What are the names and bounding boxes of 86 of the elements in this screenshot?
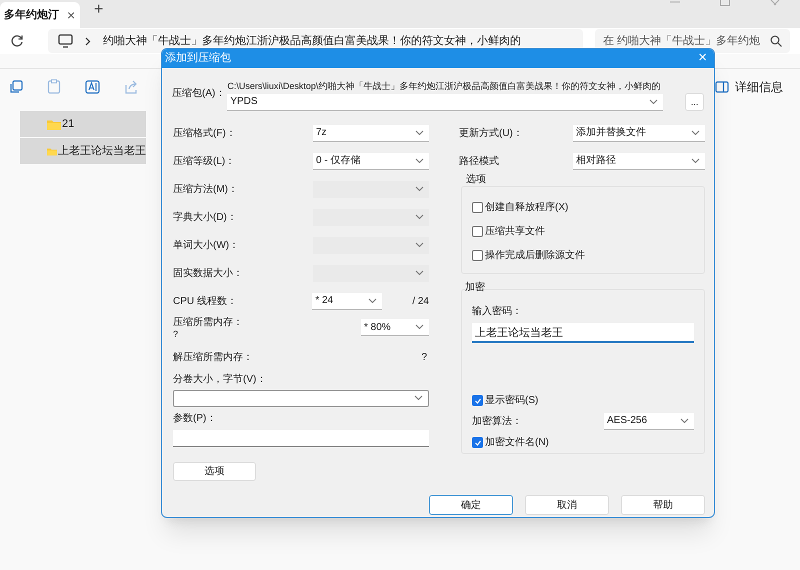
checkbox-label: 加密文件名(N)	[485, 436, 549, 450]
tab-title: 多年约炮汀	[4, 8, 59, 23]
share-icon[interactable]	[124, 80, 138, 94]
field-label: 压缩方法(M)：	[173, 182, 238, 196]
copy-icon[interactable]	[9, 80, 23, 94]
combo-box[interactable]: 7z	[313, 124, 429, 142]
folder-icon	[47, 146, 57, 156]
checkbox[interactable]	[472, 437, 483, 448]
checkbox[interactable]	[472, 395, 483, 406]
folder-icon	[47, 118, 61, 130]
field-label: 压缩所需内存：	[173, 316, 243, 330]
field-label: 参数(P)：	[173, 412, 218, 426]
combo-box[interactable]: * 24	[312, 292, 382, 310]
details-pane-icon	[715, 80, 729, 92]
checkbox[interactable]	[472, 226, 483, 237]
combo-box[interactable]	[173, 390, 429, 406]
chevron-down-icon	[415, 158, 424, 164]
paste-icon[interactable]	[47, 79, 61, 94]
field-label: 解压缩所需内存：	[173, 350, 253, 364]
checkbox-label: 显示密码(S)	[485, 394, 538, 408]
minimize-icon[interactable]	[670, 0, 680, 4]
file-name: 21	[62, 116, 74, 132]
combo-box[interactable]: * 80%	[361, 319, 429, 336]
group-title: 加密	[465, 283, 485, 293]
field-label: 更新方式(U)：	[459, 126, 523, 140]
window-title: 添加到压缩包	[165, 50, 231, 66]
chevron-down-icon	[680, 418, 689, 424]
field-label: 输入密码：	[472, 304, 523, 319]
combo-box[interactable]: 相对路径	[573, 152, 705, 170]
field-label: 单词大小(W)：	[173, 238, 240, 252]
chevron-right-icon	[85, 36, 91, 46]
chevron-down-icon	[415, 214, 424, 220]
details-button[interactable]: 详细信息	[715, 78, 783, 96]
refresh-icon[interactable]	[10, 34, 24, 48]
monitor-icon	[58, 34, 73, 48]
checkbox[interactable]	[472, 202, 483, 213]
field-label: 压缩包(A)：	[172, 86, 226, 101]
memory-value: ?	[173, 330, 180, 339]
chevron-down-icon	[415, 324, 424, 330]
checkbox-label: 压缩共享文件	[485, 224, 545, 239]
field-label: 路径模式	[459, 154, 499, 168]
chevron-down-icon	[691, 158, 700, 164]
field-label: CPU 线程数：	[173, 294, 237, 308]
maximize-icon[interactable]	[720, 0, 730, 6]
chevron-down-icon	[368, 298, 378, 304]
chevron-down-icon	[415, 270, 424, 276]
chevron-down-icon	[415, 186, 424, 192]
file-item[interactable]: 上老王论坛当老王	[20, 138, 146, 164]
input-field[interactable]	[173, 430, 429, 447]
field-label: 加密算法：	[472, 414, 522, 428]
field-label: 固实数据大小：	[173, 266, 243, 280]
rename-icon[interactable]	[85, 80, 100, 94]
browser-tab[interactable]: 多年约炮汀 ×	[0, 2, 80, 28]
archive-name-combo[interactable]: YPDS	[227, 94, 664, 110]
options-button[interactable]: 选项	[173, 462, 256, 481]
dialog-button[interactable]: 取消	[525, 495, 609, 515]
field-label: 字典大小(D)：	[173, 210, 237, 224]
dialog-button[interactable]: 确定	[429, 495, 513, 515]
field-label: 压缩格式(F)：	[173, 126, 236, 140]
dialog-button[interactable]: 帮助	[621, 495, 705, 515]
combo-box[interactable]: AES-256	[604, 412, 694, 430]
chevron-down-icon	[691, 130, 700, 136]
file-item[interactable]: 21	[20, 111, 146, 137]
memory-value: ?	[421, 350, 427, 364]
thread-total: / 24	[412, 294, 429, 308]
address-path: 约啪大神「牛战士」多年约炮江浙沪极品高颜值白富美战果！你的符文女神，小鲜肉的	[103, 34, 521, 49]
checkbox[interactable]	[472, 250, 483, 261]
new-tab-button[interactable]: +	[94, 0, 104, 22]
combo-box[interactable]: 添加并替换文件	[573, 124, 705, 142]
group-title: 选项	[465, 175, 487, 185]
checkbox-label: 操作完成后删除源文件	[485, 248, 585, 263]
field-label: 分卷大小，字节(V)：	[173, 372, 268, 386]
combo-box[interactable]: 0 - 仅存储	[313, 152, 429, 170]
chevron-down-icon	[414, 395, 423, 401]
chevron-down-icon	[415, 130, 424, 136]
archive-path: C:\Users\liuxi\Desktop\约啪大神「牛战士」多年约炮江浙沪极品高颜值白富美战果！你的符文女神，小鲜肉的	[227, 80, 662, 93]
search-placeholder: 在 约啪大神「牛战士」多年约炮	[603, 34, 760, 49]
tab-close-button[interactable]: ×	[67, 4, 76, 26]
checkbox-label: 创建自释放程序(X)	[485, 200, 568, 215]
file-name: 上老王论坛当老王	[58, 144, 146, 159]
search-icon[interactable]	[770, 35, 782, 47]
chevron-down-icon	[649, 98, 658, 104]
browse-button[interactable]: ...	[685, 93, 704, 111]
chevron-down-icon	[415, 242, 424, 248]
field-label: 压缩等级(L)：	[173, 154, 236, 168]
password-field[interactable]: 上老王论坛当老王	[472, 323, 694, 343]
